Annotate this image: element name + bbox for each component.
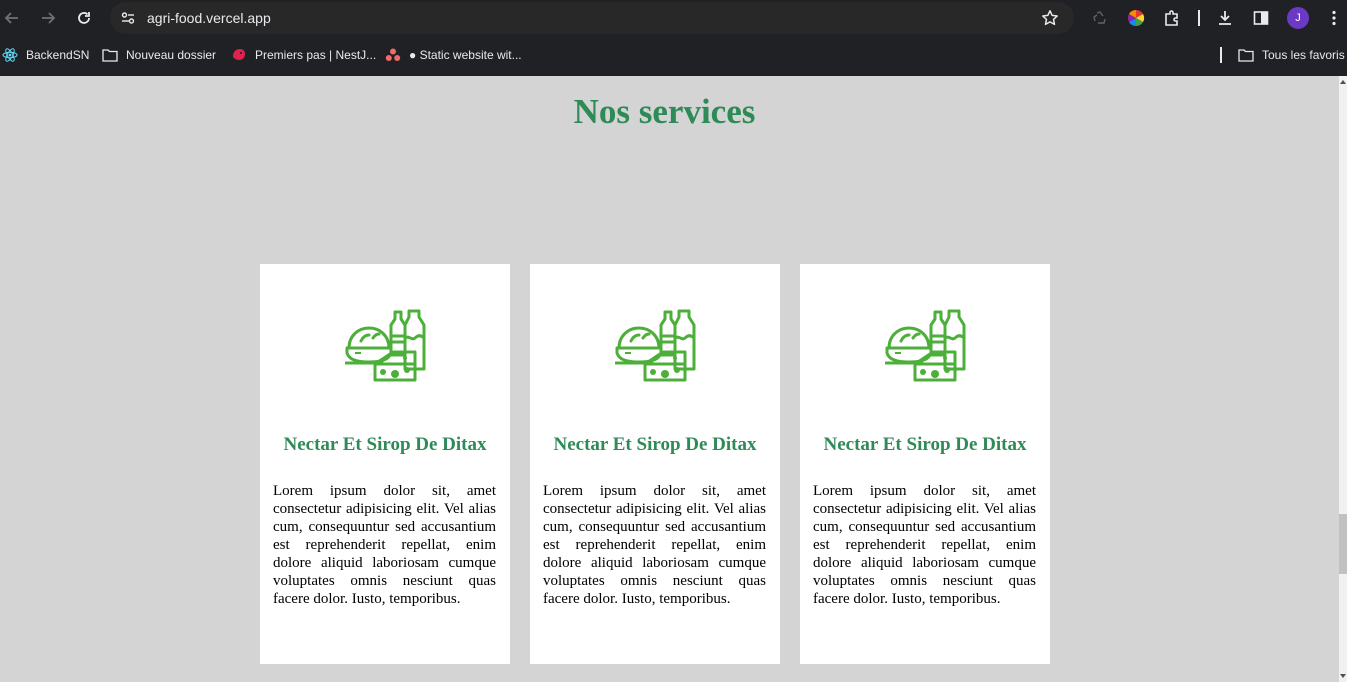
service-card: Nectar Et Sirop De Ditax Lorem ipsum dol… — [800, 264, 1050, 664]
service-card-title: Nectar Et Sirop De Ditax — [823, 434, 1027, 455]
service-card: Nectar Et Sirop De Ditax Lorem ipsum dol… — [530, 264, 780, 664]
color-wheel-extension-icon[interactable] — [1124, 6, 1148, 30]
bookmark-item[interactable]: Premiers pas | NestJ... — [231, 46, 376, 64]
browser-toolbar: agri-food.vercel.app J — [0, 0, 1347, 36]
food-products-icon — [884, 308, 969, 384]
site-info-icon[interactable] — [118, 8, 138, 28]
service-card: Nectar Et Sirop De Ditax Lorem ipsum dol… — [260, 264, 510, 664]
recycle-extension-icon[interactable] — [1088, 6, 1112, 30]
folder-icon — [1238, 47, 1254, 63]
service-card-title: Nectar Et Sirop De Ditax — [283, 434, 487, 455]
back-arrow-icon — [4, 12, 18, 24]
bookmarks-divider — [1220, 47, 1222, 63]
bookmark-label: ● Static website wit... — [409, 48, 522, 62]
extensions-puzzle-icon[interactable] — [1160, 6, 1184, 30]
side-panel-icon[interactable] — [1249, 6, 1273, 30]
bookmark-label: Nouveau dossier — [126, 48, 217, 62]
forward-arrow-icon — [42, 12, 56, 24]
forward-button[interactable] — [36, 6, 60, 30]
service-card-text: Lorem ipsum dolor sit, amet consectetur … — [273, 483, 496, 607]
scrollbar[interactable] — [1339, 76, 1347, 682]
asana-icon — [385, 47, 401, 63]
profile-avatar[interactable]: J — [1287, 7, 1309, 29]
all-bookmarks-button[interactable]: Tous les favoris — [1238, 46, 1345, 64]
nestjs-icon — [231, 47, 247, 63]
bookmark-star-icon[interactable] — [1040, 8, 1060, 28]
browser-chrome: agri-food.vercel.app J BackendSN Nouveau… — [0, 0, 1347, 76]
back-button[interactable] — [0, 6, 24, 30]
reload-button[interactable] — [72, 6, 96, 30]
bookmark-label: BackendSN — [26, 48, 90, 62]
section-title: Nos services — [573, 92, 756, 131]
react-icon — [2, 47, 18, 63]
toolbar-divider — [1198, 10, 1200, 26]
bookmarks-bar: BackendSN Nouveau dossier Premiers pas |… — [0, 40, 1347, 70]
service-card-text: Lorem ipsum dolor sit, amet consectetur … — [813, 483, 1036, 607]
url-text: agri-food.vercel.app — [147, 10, 271, 26]
bookmark-item[interactable]: BackendSN — [2, 46, 89, 64]
food-products-icon — [344, 308, 429, 384]
reload-icon — [78, 12, 90, 24]
scroll-down-arrow-icon[interactable] — [1340, 674, 1346, 678]
bookmark-item[interactable]: Nouveau dossier — [102, 46, 216, 64]
scroll-up-arrow-icon[interactable] — [1340, 80, 1346, 84]
all-bookmarks-label: Tous les favoris — [1262, 48, 1345, 62]
folder-icon — [102, 47, 118, 63]
address-bar[interactable]: agri-food.vercel.app — [110, 2, 1074, 34]
service-card-text: Lorem ipsum dolor sit, amet consectetur … — [543, 483, 766, 607]
bookmark-label: Premiers pas | NestJ... — [255, 48, 377, 62]
scrollbar-thumb[interactable] — [1339, 514, 1347, 574]
food-products-icon — [614, 308, 699, 384]
more-menu-icon[interactable] — [1322, 6, 1346, 30]
bookmark-item[interactable]: ● Static website wit... — [385, 46, 522, 64]
service-card-title: Nectar Et Sirop De Ditax — [553, 434, 757, 455]
downloads-icon[interactable] — [1213, 6, 1237, 30]
